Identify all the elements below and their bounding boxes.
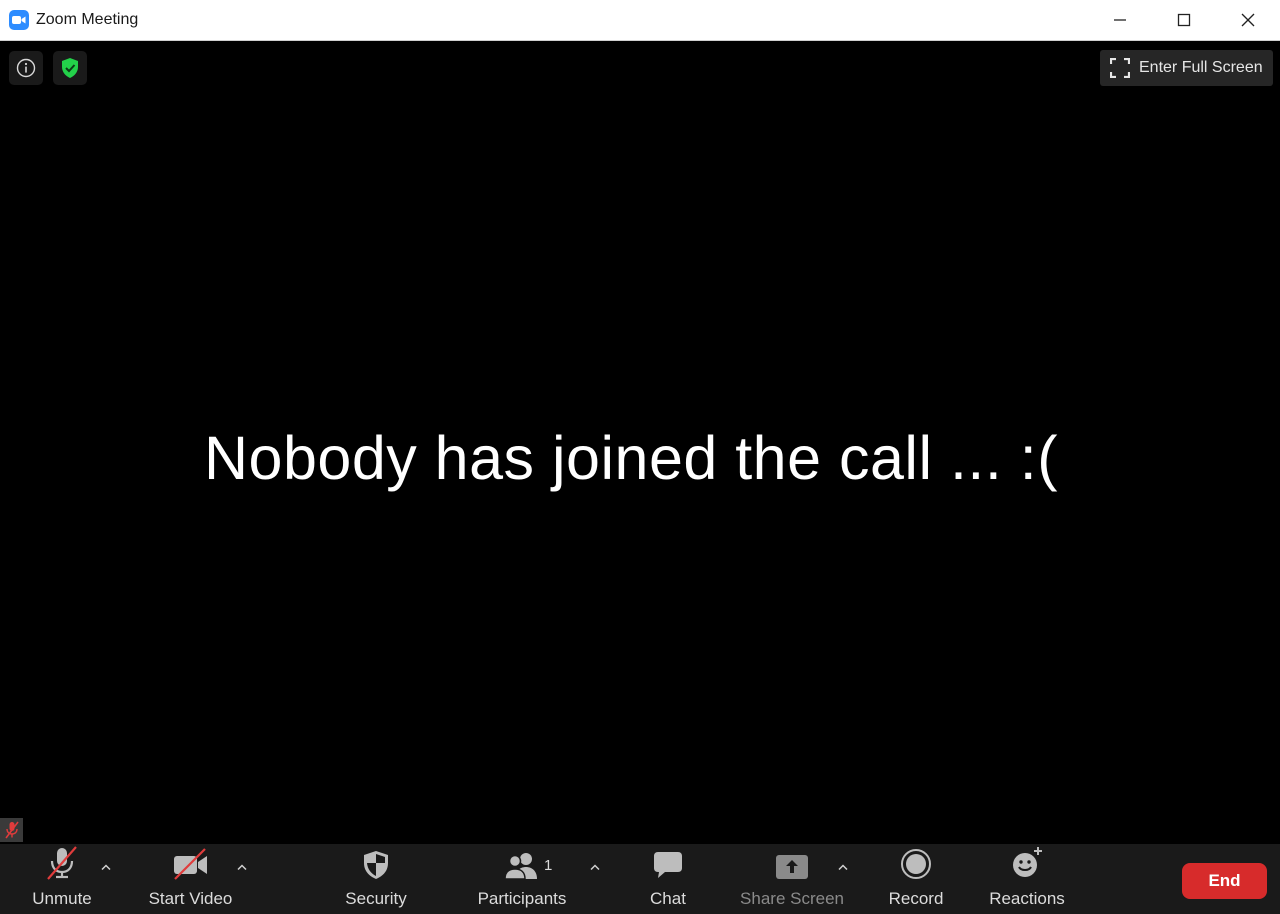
reactions-button[interactable]: Reactions — [986, 844, 1068, 914]
encryption-shield-icon — [62, 58, 78, 78]
info-icon — [16, 58, 36, 78]
empty-meeting-message: Nobody has joined the call ... :( — [203, 424, 1059, 492]
minimize-icon — [1114, 19, 1126, 21]
unmute-button[interactable]: Unmute — [23, 844, 101, 914]
caret-up-icon — [838, 864, 848, 870]
enter-full-screen-button[interactable]: Enter Full Screen — [1100, 50, 1273, 86]
participants-label: Participants — [477, 889, 567, 908]
reactions-smiley-icon — [1013, 847, 1042, 877]
chat-label: Chat — [650, 889, 686, 908]
close-button[interactable] — [1216, 0, 1280, 40]
share-screen-label: Share Screen — [740, 889, 844, 908]
self-view-mute-indicator — [0, 818, 23, 842]
start-video-label: Start Video — [148, 889, 233, 908]
audio-options-caret[interactable] — [99, 860, 113, 874]
record-icon — [901, 849, 931, 879]
participants-options-caret[interactable] — [588, 860, 602, 874]
record-label: Record — [888, 889, 944, 908]
reactions-label: Reactions — [989, 889, 1065, 908]
video-off-icon — [173, 848, 207, 880]
caret-up-icon — [101, 864, 111, 870]
record-button[interactable]: Record — [884, 844, 948, 914]
share-options-caret[interactable] — [836, 860, 850, 874]
video-stage: Enter Full Screen Nobody has joined the … — [0, 41, 1280, 844]
unmute-label: Unmute — [32, 889, 92, 908]
maximize-icon — [1177, 13, 1191, 27]
title-bar: Zoom Meeting — [0, 0, 1280, 41]
zoom-logo-icon — [9, 10, 29, 30]
caret-up-icon — [237, 864, 247, 870]
muted-microphone-icon — [47, 846, 77, 880]
maximize-button[interactable] — [1152, 0, 1216, 40]
caret-up-icon — [590, 864, 600, 870]
participants-count: 1 — [544, 857, 553, 874]
share-screen-button[interactable]: Share Screen — [740, 844, 844, 914]
fullscreen-icon — [1110, 58, 1130, 78]
enter-full-screen-label: Enter Full Screen — [1139, 59, 1263, 76]
muted-mic-icon — [4, 821, 19, 839]
chat-button[interactable]: Chat — [644, 844, 692, 914]
participants-button[interactable]: Participants — [474, 844, 570, 914]
participants-icon — [504, 853, 537, 880]
start-video-button[interactable]: Start Video — [143, 844, 238, 914]
minimize-button[interactable] — [1088, 0, 1152, 40]
close-icon — [1241, 13, 1255, 27]
security-shield-icon — [364, 851, 388, 879]
video-options-caret[interactable] — [235, 860, 249, 874]
security-button[interactable]: Security — [338, 844, 414, 914]
window-title: Zoom Meeting — [36, 11, 139, 28]
share-screen-icon — [776, 855, 808, 879]
chat-bubble-icon — [654, 852, 682, 878]
meeting-toolbar: Unmute Start Video Security Participants… — [0, 844, 1280, 914]
encryption-button[interactable] — [53, 51, 87, 85]
end-meeting-button[interactable]: End — [1182, 863, 1267, 899]
meeting-info-button[interactable] — [9, 51, 43, 85]
security-label: Security — [345, 889, 407, 908]
